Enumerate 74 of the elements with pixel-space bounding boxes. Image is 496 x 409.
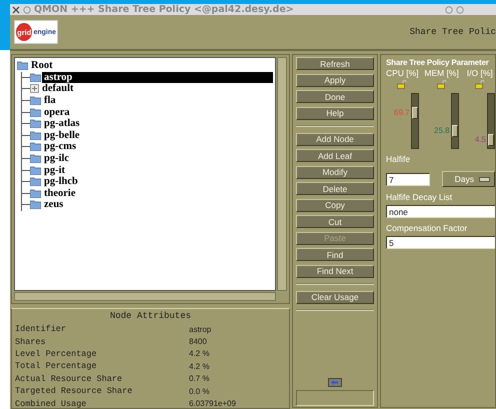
tree-item[interactable]: pg-ilc bbox=[42, 153, 72, 164]
input-field[interactable]: none bbox=[386, 205, 495, 218]
tree-item[interactable]: default bbox=[40, 83, 76, 94]
tree-item[interactable]: pg-lhcb bbox=[42, 176, 80, 188]
lock-icon[interactable] bbox=[474, 80, 485, 89]
attribute-value: 8400 bbox=[189, 337, 208, 346]
action-button[interactable]: Copy bbox=[296, 198, 374, 212]
attribute-value: 0.7 % bbox=[189, 374, 210, 384]
tree-item[interactable]: pg-belle bbox=[42, 130, 82, 141]
attribute-name: Actual Resource Share bbox=[15, 374, 124, 384]
attribute-value: 4.2 % bbox=[189, 349, 210, 358]
action-button[interactable]: Help bbox=[296, 106, 374, 120]
slider-value: 25.8 bbox=[434, 126, 450, 136]
tree-item[interactable]: fla bbox=[42, 95, 58, 106]
attribute-name: Total Percentage bbox=[15, 361, 98, 372]
horizontal-scrollbar[interactable] bbox=[14, 292, 276, 301]
action-button[interactable]: Find Next bbox=[296, 264, 374, 278]
tree-item[interactable]: astrop bbox=[42, 72, 273, 83]
vertical-scrollbar[interactable] bbox=[277, 57, 287, 291]
attribute-name: Combined Usage bbox=[15, 398, 88, 409]
menu-icon[interactable] bbox=[23, 6, 31, 14]
slider-track[interactable] bbox=[487, 93, 495, 149]
lock-icon[interactable] bbox=[436, 80, 447, 89]
tree-item[interactable]: opera bbox=[42, 106, 72, 118]
slider-value: 4.5 bbox=[474, 135, 486, 144]
attribute-value: 6.03791e+09 bbox=[189, 399, 237, 408]
action-button[interactable]: Modify bbox=[296, 166, 374, 178]
attribute-name: Shares bbox=[15, 336, 47, 347]
tree-item[interactable]: pg-atlas bbox=[42, 118, 82, 130]
lock-icon[interactable] bbox=[397, 80, 408, 89]
tree-item[interactable]: zeus bbox=[42, 199, 66, 210]
slider-track[interactable] bbox=[450, 93, 459, 149]
tree-item[interactable]: Root bbox=[29, 60, 55, 72]
action-button[interactable]: Done bbox=[296, 90, 374, 103]
action-button[interactable]: Cut bbox=[296, 215, 374, 228]
action-button[interactable]: Delete bbox=[296, 182, 374, 195]
field-label: Halfife bbox=[386, 154, 412, 164]
header-title: Share Tree Polic bbox=[410, 27, 496, 37]
action-button[interactable]: Clear Usage bbox=[296, 290, 374, 304]
tree-item[interactable]: theorie bbox=[42, 188, 78, 199]
slider-label: MEM [%] bbox=[424, 68, 459, 78]
action-button[interactable]: Add Leaf bbox=[296, 149, 374, 162]
expand-icon[interactable] bbox=[30, 84, 39, 94]
action-button[interactable]: Apply bbox=[296, 74, 374, 86]
attribute-value: 4.2 % bbox=[189, 362, 210, 371]
unit-dropdown[interactable]: Days bbox=[442, 171, 495, 187]
minimize-icon[interactable] bbox=[445, 6, 453, 14]
attribute-name: Identifier bbox=[15, 324, 68, 334]
slider-track[interactable] bbox=[410, 93, 419, 149]
input-field[interactable]: 7 bbox=[386, 172, 430, 186]
maximize-icon[interactable] bbox=[456, 6, 464, 14]
tree-item[interactable]: pg-cms bbox=[42, 141, 78, 152]
panel-title: Node Attributes bbox=[108, 311, 192, 321]
folder-icon bbox=[17, 61, 28, 70]
slider-label: CPU [%] bbox=[386, 68, 419, 78]
action-button[interactable]: Refresh bbox=[296, 57, 374, 70]
attribute-name: Level Percentage bbox=[15, 348, 98, 359]
field-label: Compensation Factor bbox=[386, 223, 468, 233]
attribute-name: Targeted Resource Share bbox=[15, 386, 134, 396]
tree-item[interactable]: pg-it bbox=[42, 164, 67, 176]
slider-thumb[interactable] bbox=[452, 125, 458, 138]
panel-title: Share Tree Policy Parameter bbox=[386, 58, 490, 67]
window-title: QMON +++ Share Tree Policy <@pal42.desy.de> bbox=[34, 4, 295, 15]
field-label: Halfife Decay List bbox=[386, 192, 454, 202]
attribute-value: astrop bbox=[189, 324, 212, 334]
action-button[interactable]: Find bbox=[296, 248, 374, 261]
slider-thumb[interactable] bbox=[412, 106, 418, 119]
slider-thumb[interactable] bbox=[488, 134, 494, 146]
slider-label: I/O [%] bbox=[466, 68, 493, 78]
attribute-value: 0.0 % bbox=[189, 386, 210, 396]
close-icon[interactable] bbox=[12, 6, 20, 14]
slider-value: 69.7 bbox=[394, 108, 410, 117]
input-field[interactable]: 5 bbox=[386, 236, 495, 249]
action-button[interactable]: Add Node bbox=[296, 132, 374, 146]
